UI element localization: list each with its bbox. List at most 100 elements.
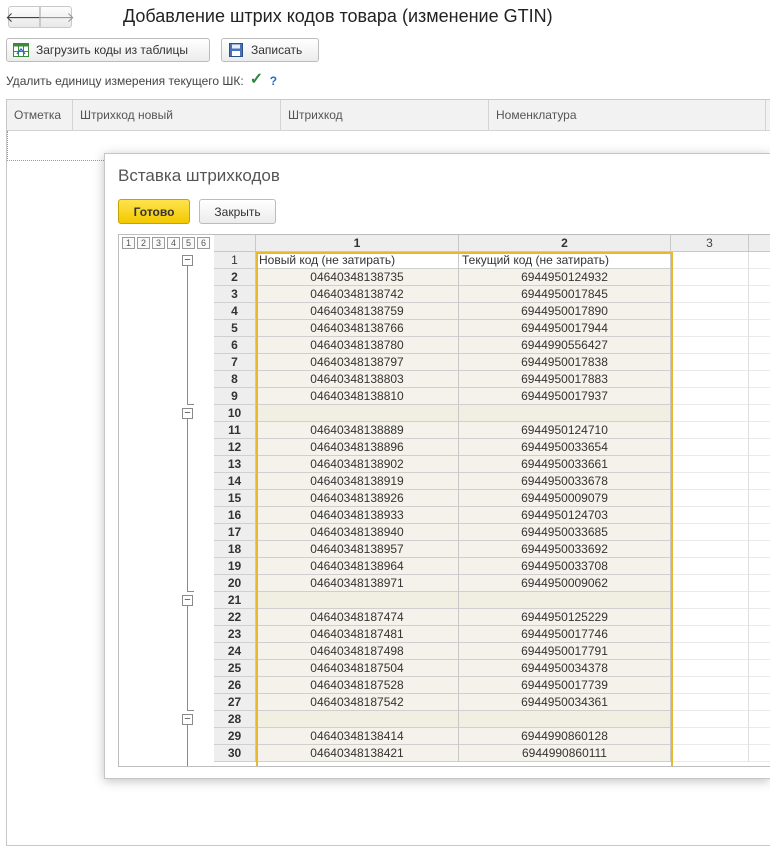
sheet-row[interactable]: 6 04640348138780 6944990556427 <box>214 337 770 354</box>
empty-cell[interactable] <box>749 286 770 303</box>
sheet-row[interactable]: 9 04640348138810 6944950017937 <box>214 388 770 405</box>
empty-cell[interactable] <box>749 337 770 354</box>
help-icon[interactable]: ? <box>270 74 277 88</box>
current-code-cell[interactable]: 6944950009079 <box>459 490 671 507</box>
empty-cell[interactable] <box>749 252 770 269</box>
row-number[interactable]: 4 <box>214 303 256 320</box>
empty-cell[interactable] <box>749 575 770 592</box>
sheet-row[interactable]: 25 04640348187504 6944950034378 <box>214 660 770 677</box>
sheet-row[interactable]: 19 04640348138964 6944950033708 <box>214 558 770 575</box>
new-code-cell[interactable]: 04640348138735 <box>256 269 459 286</box>
empty-cell[interactable] <box>671 745 749 762</box>
empty-cell[interactable] <box>749 507 770 524</box>
current-code-cell[interactable]: 6944950017746 <box>459 626 671 643</box>
row-number[interactable]: 3 <box>214 286 256 303</box>
empty-cell[interactable] <box>749 473 770 490</box>
empty-cell[interactable] <box>671 677 749 694</box>
new-code-cell[interactable]: 04640348138926 <box>256 490 459 507</box>
sheet-row[interactable]: 8 04640348138803 6944950017883 <box>214 371 770 388</box>
empty-cell[interactable] <box>749 745 770 762</box>
empty-cell[interactable] <box>671 303 749 320</box>
row-number[interactable]: 24 <box>214 643 256 660</box>
sheet-row[interactable]: 14 04640348138919 6944950033678 <box>214 473 770 490</box>
current-code-header-cell[interactable]: Текущий код (не затирать) <box>459 252 671 269</box>
sheet-row[interactable]: 2 04640348138735 6944950124932 <box>214 269 770 286</box>
empty-cell[interactable] <box>749 405 770 422</box>
empty-cell[interactable] <box>671 252 749 269</box>
row-number[interactable]: 6 <box>214 337 256 354</box>
new-code-cell[interactable] <box>256 711 459 728</box>
empty-cell[interactable] <box>671 286 749 303</box>
current-code-cell[interactable] <box>459 405 671 422</box>
row-number[interactable]: 27 <box>214 694 256 711</box>
sheet-group-row[interactable]: 28 <box>214 711 770 728</box>
sheet-row[interactable]: 24 04640348187498 6944950017791 <box>214 643 770 660</box>
row-number[interactable]: 12 <box>214 439 256 456</box>
sheet-row[interactable]: 16 04640348138933 6944950124703 <box>214 507 770 524</box>
save-button[interactable]: Записать <box>221 38 319 62</box>
column-header-3[interactable]: 3 <box>671 235 749 252</box>
new-code-cell[interactable]: 04640348138803 <box>256 371 459 388</box>
new-code-cell[interactable]: 04640348187474 <box>256 609 459 626</box>
row-number[interactable]: 21 <box>214 592 256 609</box>
current-code-cell[interactable]: 6944950033692 <box>459 541 671 558</box>
row-number[interactable]: 10 <box>214 405 256 422</box>
row-number[interactable]: 30 <box>214 745 256 762</box>
empty-cell[interactable] <box>671 575 749 592</box>
delete-unit-checkbox[interactable]: ✓ <box>250 72 264 88</box>
empty-cell[interactable] <box>671 405 749 422</box>
sheet-row[interactable]: 20 04640348138971 6944950009062 <box>214 575 770 592</box>
empty-cell[interactable] <box>671 541 749 558</box>
current-code-cell[interactable]: 6944950017838 <box>459 354 671 371</box>
new-code-cell[interactable]: 04640348138933 <box>256 507 459 524</box>
empty-cell[interactable] <box>749 490 770 507</box>
new-code-cell[interactable]: 04640348138414 <box>256 728 459 745</box>
new-code-cell[interactable]: 04640348187498 <box>256 643 459 660</box>
new-code-cell[interactable]: 04640348187542 <box>256 694 459 711</box>
new-code-cell[interactable]: 04640348138742 <box>256 286 459 303</box>
sheet-row[interactable]: 22 04640348187474 6944950125229 <box>214 609 770 626</box>
empty-cell[interactable] <box>749 592 770 609</box>
sheet-row[interactable]: 23 04640348187481 6944950017746 <box>214 626 770 643</box>
load-codes-button[interactable]: Загрузить коды из таблицы <box>6 38 210 62</box>
new-code-cell[interactable]: 04640348138957 <box>256 541 459 558</box>
column-header-4[interactable] <box>749 235 770 252</box>
row-number[interactable]: 14 <box>214 473 256 490</box>
current-code-cell[interactable]: 6944950017937 <box>459 388 671 405</box>
sheet-row[interactable]: 12 04640348138896 6944950033654 <box>214 439 770 456</box>
empty-cell[interactable] <box>671 439 749 456</box>
empty-cell[interactable] <box>671 371 749 388</box>
sheet-row[interactable]: 3 04640348138742 6944950017845 <box>214 286 770 303</box>
corner-cell[interactable] <box>214 235 256 252</box>
collapse-group-icon[interactable]: − <box>182 408 193 419</box>
current-code-cell[interactable]: 6944950017944 <box>459 320 671 337</box>
column-header-nomenclature[interactable]: Номенклатура <box>489 100 766 131</box>
spreadsheet[interactable]: 1 2 3 4 5 6 1 2 3 − − − − 1 Новый код (не за… <box>118 234 770 767</box>
new-code-cell[interactable]: 04640348138766 <box>256 320 459 337</box>
current-code-cell[interactable]: 6944990860111 <box>459 745 671 762</box>
empty-cell[interactable] <box>671 507 749 524</box>
empty-cell[interactable] <box>671 643 749 660</box>
row-number[interactable]: 7 <box>214 354 256 371</box>
current-code-cell[interactable]: 6944950034378 <box>459 660 671 677</box>
empty-cell[interactable] <box>671 422 749 439</box>
new-code-cell[interactable]: 04640348138797 <box>256 354 459 371</box>
done-button[interactable]: Готово <box>118 199 190 224</box>
sheet-row[interactable]: 11 04640348138889 6944950124710 <box>214 422 770 439</box>
row-number[interactable]: 26 <box>214 677 256 694</box>
empty-cell[interactable] <box>671 354 749 371</box>
empty-cell[interactable] <box>749 728 770 745</box>
row-number[interactable]: 9 <box>214 388 256 405</box>
empty-cell[interactable] <box>671 660 749 677</box>
empty-cell[interactable] <box>749 320 770 337</box>
row-number[interactable]: 18 <box>214 541 256 558</box>
sheet-row[interactable]: 13 04640348138902 6944950033661 <box>214 456 770 473</box>
new-code-cell[interactable]: 04640348138810 <box>256 388 459 405</box>
current-code-cell[interactable]: 6944950017739 <box>459 677 671 694</box>
current-code-cell[interactable]: 6944950017890 <box>459 303 671 320</box>
new-code-cell[interactable]: 04640348138896 <box>256 439 459 456</box>
empty-cell[interactable] <box>749 439 770 456</box>
empty-cell[interactable] <box>671 388 749 405</box>
new-code-cell[interactable]: 04640348138919 <box>256 473 459 490</box>
new-code-cell[interactable]: 04640348138780 <box>256 337 459 354</box>
